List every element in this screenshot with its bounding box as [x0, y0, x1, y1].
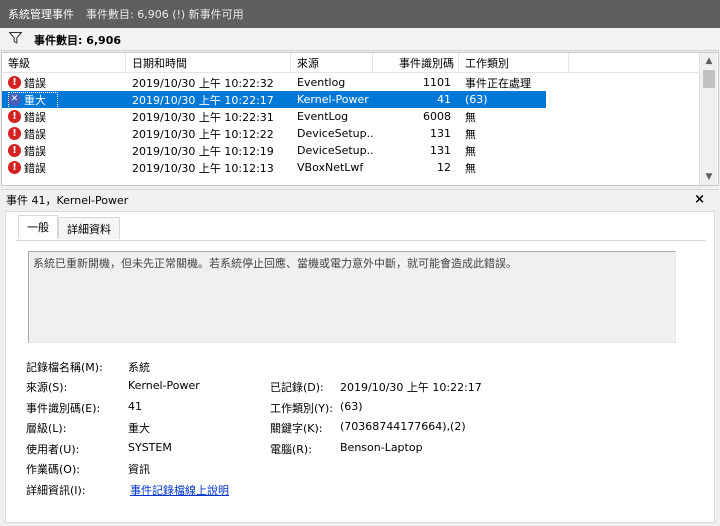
scroll-up-icon[interactable]: ▲	[700, 53, 718, 69]
row-level: 錯誤	[24, 76, 46, 90]
row-event-id: 131	[430, 127, 451, 140]
critical-icon: ✕	[8, 93, 21, 106]
error-icon: !	[8, 127, 21, 140]
row-category: 無	[465, 161, 476, 175]
error-icon: !	[8, 110, 21, 123]
app-title: 系統管理事件	[8, 8, 74, 21]
label-source: 來源(S):	[26, 381, 68, 394]
event-detail-pane: 一般 詳細資料 系統已重新開機，但未先正常關機。若系統停止回應、當機或電力意外中…	[5, 211, 715, 523]
error-icon: !	[8, 144, 21, 157]
row-category: 無	[465, 144, 476, 158]
row-level: 重大	[24, 93, 46, 107]
filter-bar: 事件數目: 6,906	[1, 29, 719, 51]
column-header-date[interactable]: 日期和時間	[126, 53, 291, 72]
detail-tabs: 一般 詳細資料	[18, 215, 120, 239]
row-source: VBoxNetLwf	[297, 161, 364, 174]
value-keywords: (70368744177664),(2)	[340, 420, 466, 433]
table-row[interactable]: ! 錯誤 2019/10/30 上午 10:12:19 DeviceSetup.…	[2, 142, 698, 159]
label-keywords: 關鍵字(K):	[270, 422, 323, 435]
label-level: 層級(L):	[26, 422, 67, 435]
row-event-id: 1101	[423, 76, 451, 89]
event-detail-header: 事件 41，Kernel-Power ×	[1, 189, 719, 209]
row-event-id: 41	[437, 93, 451, 106]
table-row[interactable]: ! 錯誤 2019/10/30 上午 10:12:13 VBoxNetLwf 1…	[2, 159, 698, 176]
tab-general[interactable]: 一般	[18, 215, 58, 239]
value-source: Kernel-Power	[128, 379, 200, 392]
table-row[interactable]: ! 錯誤 2019/10/30 上午 10:22:32 Eventlog 110…	[2, 74, 698, 91]
row-date: 2019/10/30 上午 10:22:17	[132, 93, 274, 107]
row-date: 2019/10/30 上午 10:22:32	[132, 76, 274, 90]
error-icon: !	[8, 76, 21, 89]
column-header-task-category[interactable]: 工作類別	[459, 53, 569, 72]
label-opcode: 作業碼(O):	[26, 463, 80, 476]
label-computer: 電腦(R):	[270, 443, 312, 456]
event-list-scrollbar[interactable]: ▲ ▼	[699, 53, 717, 185]
value-log-name: 系統	[128, 361, 150, 374]
table-row-selected[interactable]: ✕ 重大 2019/10/30 上午 10:22:17 Kernel-Power…	[2, 91, 546, 109]
label-task-category: 工作類別(Y):	[270, 402, 334, 415]
event-count-title: 事件數目: 6,906 (!) 新事件可用	[86, 8, 244, 21]
row-event-id: 6008	[423, 110, 451, 123]
table-row[interactable]: ! 錯誤 2019/10/30 上午 10:12:22 DeviceSetup.…	[2, 125, 698, 142]
event-list[interactable]: 等級 日期和時間 來源 事件識別碼 工作類別 ! 錯誤 2019/10/30 上…	[1, 52, 719, 186]
row-date: 2019/10/30 上午 10:22:31	[132, 110, 274, 124]
label-user: 使用者(U):	[26, 443, 80, 456]
value-user: SYSTEM	[128, 441, 172, 454]
row-event-id: 12	[437, 161, 451, 174]
value-logged: 2019/10/30 上午 10:22:17	[340, 381, 482, 394]
column-header-source[interactable]: 來源	[291, 53, 373, 72]
value-level: 重大	[128, 422, 150, 435]
event-list-header: 等級 日期和時間 來源 事件識別碼 工作類別	[2, 53, 698, 73]
label-more-info: 詳細資訊(I):	[26, 484, 86, 497]
more-info-link[interactable]: 事件記錄檔線上說明	[130, 482, 229, 498]
column-header-level[interactable]: 等級	[2, 53, 126, 72]
value-computer: Benson-Laptop	[340, 441, 423, 454]
row-category: (63)	[465, 93, 488, 106]
row-source: Eventlog	[297, 76, 346, 89]
label-logged: 已記錄(D):	[270, 381, 324, 394]
row-level: 錯誤	[24, 144, 46, 158]
row-date: 2019/10/30 上午 10:12:22	[132, 127, 274, 141]
error-icon: !	[8, 161, 21, 174]
event-detail-title: 事件 41，Kernel-Power	[6, 193, 129, 207]
table-row[interactable]: ! 錯誤 2019/10/30 上午 10:22:31 EventLog 600…	[2, 108, 698, 125]
row-source: Kernel-Power	[297, 93, 369, 106]
row-event-id: 131	[430, 144, 451, 157]
value-event-id: 41	[128, 400, 142, 413]
general-tab-panel: 系統已重新開機，但未先正常關機。若系統停止回應、當機或電力意外中斷，就可能會造成…	[16, 240, 706, 520]
event-description[interactable]: 系統已重新開機，但未先正常關機。若系統停止回應、當機或電力意外中斷，就可能會造成…	[28, 251, 676, 343]
row-date: 2019/10/30 上午 10:12:13	[132, 161, 274, 175]
tab-details[interactable]: 詳細資料	[58, 217, 120, 239]
row-level: 錯誤	[24, 161, 46, 175]
close-icon[interactable]: ×	[694, 192, 705, 207]
row-category: 無	[465, 127, 476, 141]
row-level: 錯誤	[24, 110, 46, 124]
column-header-event-id[interactable]: 事件識別碼	[373, 53, 459, 72]
event-count-label: 事件數目: 6,906	[34, 33, 122, 47]
row-category: 無	[465, 110, 476, 124]
row-category: 事件正在處理	[465, 76, 531, 90]
row-source: DeviceSetup...	[297, 127, 373, 140]
row-source: EventLog	[297, 110, 349, 123]
scroll-thumb[interactable]	[703, 70, 715, 88]
value-opcode: 資訊	[128, 463, 150, 476]
title-bar: 系統管理事件 事件數目: 6,906 (!) 新事件可用	[0, 0, 720, 28]
row-source: DeviceSetup...	[297, 144, 373, 157]
label-log-name: 記錄檔名稱(M):	[26, 361, 103, 374]
scroll-down-icon[interactable]: ▼	[700, 169, 718, 185]
value-task-category: (63)	[340, 400, 363, 413]
row-date: 2019/10/30 上午 10:12:19	[132, 144, 274, 158]
label-event-id: 事件識別碼(E):	[26, 402, 101, 415]
row-level: 錯誤	[24, 127, 46, 141]
filter-icon[interactable]	[8, 32, 23, 47]
